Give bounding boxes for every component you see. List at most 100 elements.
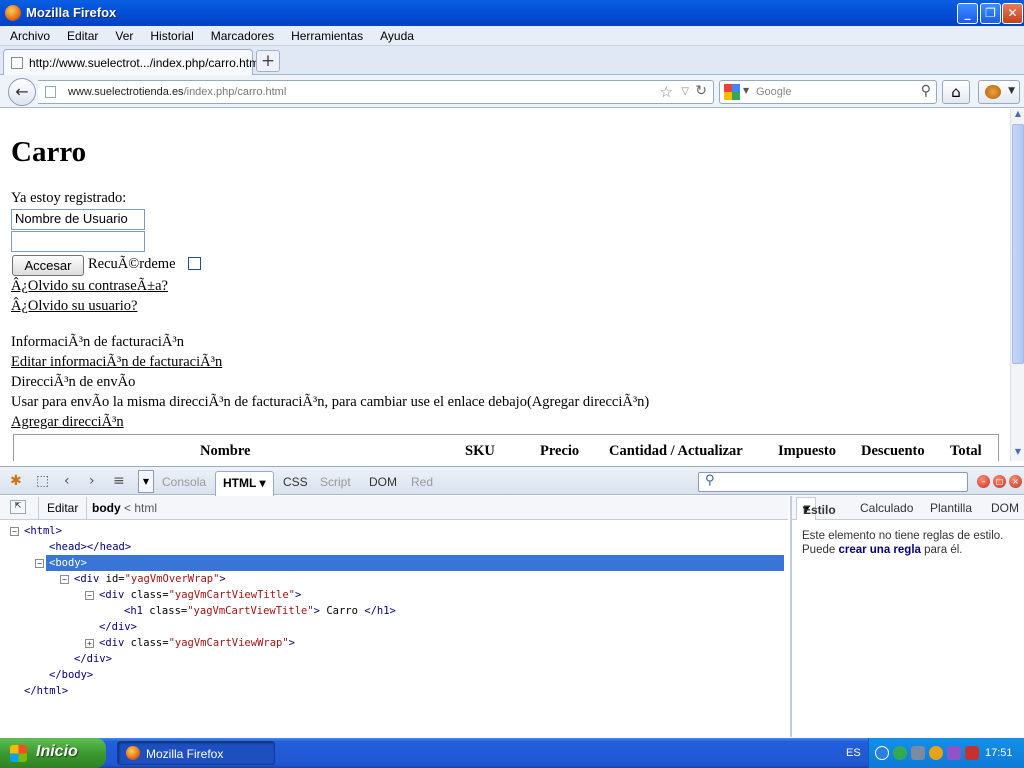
- search-bar[interactable]: ▼ Google ⚲: [719, 80, 937, 104]
- crumb-html[interactable]: html: [134, 501, 157, 515]
- username-field[interactable]: Nombre de Usuario: [11, 209, 145, 230]
- side-panel-tabs: Estilo ▾ Calculado Plantilla DOM: [792, 496, 1024, 520]
- node-head[interactable]: <head></head>: [49, 539, 131, 555]
- tab-consola[interactable]: Consola: [162, 475, 206, 489]
- create-rule-link[interactable]: crear una regla: [838, 544, 920, 556]
- firebug-minimize-icon[interactable]: –: [977, 475, 990, 488]
- firebug-button[interactable]: ▼: [978, 80, 1020, 104]
- firebug-detach-icon[interactable]: □: [993, 475, 1006, 488]
- tray-network-icon[interactable]: [893, 746, 907, 760]
- tab-estilo[interactable]: Estilo ▾: [796, 497, 836, 520]
- menu-archivo[interactable]: Archivo: [0, 26, 57, 43]
- taskbar-item-firefox[interactable]: Mozilla Firefox: [117, 741, 275, 765]
- tab-plantilla[interactable]: Plantilla: [930, 501, 972, 515]
- header-sku: SKU: [465, 443, 495, 459]
- inspect-icon[interactable]: ⬚: [36, 473, 49, 489]
- home-button[interactable]: ⌂: [942, 80, 970, 104]
- collapse-title-icon[interactable]: −: [85, 591, 94, 600]
- firebug-search-input[interactable]: ⚲: [698, 472, 968, 492]
- add-address-link[interactable]: Agregar direcciÃ³n: [11, 414, 124, 431]
- forgot-password-link[interactable]: Â¿Olvido su contraseÃ±a?: [11, 278, 168, 295]
- menu-historial[interactable]: Historial: [140, 26, 200, 43]
- billing-info-label: InformaciÃ³n de facturaciÃ³n: [11, 334, 184, 350]
- tray-app-icon[interactable]: [947, 746, 961, 760]
- firebug-close-icon[interactable]: ×: [1009, 475, 1022, 488]
- browser-tab[interactable]: http://www.suelectrot.../index.php/carro…: [3, 49, 262, 75]
- login-button[interactable]: Accesar: [12, 255, 84, 276]
- scroll-down-icon[interactable]: ▼: [1011, 447, 1024, 461]
- node-body-selected[interactable]: <body>: [46, 555, 784, 571]
- tab-dom[interactable]: DOM: [369, 475, 397, 489]
- remember-checkbox[interactable]: [188, 257, 201, 270]
- minimize-button[interactable]: _: [957, 3, 978, 24]
- back-arrow-icon[interactable]: ‹: [64, 473, 70, 489]
- collapse-overwrap-icon[interactable]: −: [60, 575, 69, 584]
- list-icon[interactable]: ≡: [113, 473, 125, 489]
- header-cantidad: Cantidad / Actualizar: [609, 443, 743, 459]
- maximize-button[interactable]: ❐: [980, 3, 1001, 24]
- menu-herramientas[interactable]: Herramientas: [281, 26, 370, 43]
- node-html-open[interactable]: <html>: [24, 523, 62, 539]
- node-div-close-1[interactable]: </div>: [99, 619, 137, 635]
- window-title-bar[interactable]: Mozilla Firefox _ ❐ ✕: [0, 0, 1024, 26]
- crumb-body[interactable]: body: [92, 501, 121, 515]
- firefox-icon: [5, 5, 21, 21]
- url-dropdown-icon[interactable]: ▽: [681, 86, 689, 97]
- panel-dropdown[interactable]: ▼: [138, 470, 154, 493]
- edit-button[interactable]: Editar: [38, 497, 88, 519]
- new-tab-button[interactable]: +: [256, 50, 280, 72]
- reload-icon[interactable]: ↻: [695, 83, 707, 99]
- close-button[interactable]: ✕: [1002, 3, 1023, 24]
- engine-dropdown-icon[interactable]: ▼: [743, 86, 749, 95]
- tab-title: http://www.suelectrot.../index.php/carro…: [29, 56, 262, 70]
- node-body-close[interactable]: </body>: [49, 667, 93, 683]
- node-h1[interactable]: <h1 class="yagVmCartViewTitle"> Carro </…: [124, 603, 396, 619]
- tab-css[interactable]: CSS: [283, 475, 308, 489]
- expand-wrap-icon[interactable]: +: [85, 639, 94, 648]
- tray-update-icon[interactable]: [929, 746, 943, 760]
- tray-chevron-icon[interactable]: [875, 746, 889, 760]
- node-div-wrap[interactable]: <div class="yagVmCartViewWrap">: [99, 635, 295, 651]
- scroll-thumb[interactable]: [1012, 124, 1024, 364]
- tab-side-dom[interactable]: DOM: [991, 501, 1019, 515]
- password-field[interactable]: [11, 231, 145, 252]
- remember-label: RecuÃ©rdeme: [88, 256, 176, 272]
- node-div-overwrap[interactable]: <div id="yagVmOverWrap">: [74, 571, 226, 587]
- tab-html[interactable]: HTML ▾: [215, 471, 275, 496]
- chevron-down-icon[interactable]: ▼: [1008, 86, 1015, 96]
- menu-marcadores[interactable]: Marcadores: [201, 26, 281, 43]
- firebug-icon: [985, 85, 1001, 99]
- page-scrollbar[interactable]: ▲ ▼: [1010, 109, 1024, 461]
- tab-calculado[interactable]: Calculado: [860, 501, 913, 515]
- forward-arrow-icon[interactable]: ›: [89, 473, 95, 489]
- header-impuesto: Impuesto: [778, 443, 837, 459]
- google-engine-icon[interactable]: [724, 84, 740, 100]
- firebug-menu-icon[interactable]: ✱: [10, 473, 22, 489]
- start-button[interactable]: Inicio: [0, 738, 106, 768]
- collapse-html-icon[interactable]: −: [10, 527, 19, 536]
- bookmark-star-icon[interactable]: ☆: [660, 83, 673, 101]
- url-text: www.suelectrotienda.es/index.php/carro.h…: [68, 86, 287, 98]
- site-identity-icon[interactable]: [45, 86, 56, 98]
- forgot-user-link[interactable]: Â¿Olvido su usuario?: [11, 298, 137, 315]
- tab-red[interactable]: Red: [411, 475, 433, 489]
- tray-volume-icon[interactable]: [965, 746, 979, 760]
- expand-icon[interactable]: ⇱: [10, 500, 26, 514]
- menu-ayuda[interactable]: Ayuda: [370, 26, 421, 43]
- edit-billing-link[interactable]: Editar informaciÃ³n de facturaciÃ³n: [11, 354, 222, 371]
- tab-script[interactable]: Script: [320, 475, 351, 489]
- node-div-title[interactable]: <div class="yagVmCartViewTitle">: [99, 587, 301, 603]
- menu-editar[interactable]: Editar: [57, 26, 105, 43]
- language-indicator[interactable]: ES: [846, 747, 861, 759]
- scroll-up-icon[interactable]: ▲: [1011, 109, 1024, 123]
- tray-monitor-icon[interactable]: [911, 746, 925, 760]
- search-magnifier-icon[interactable]: ⚲: [921, 83, 931, 99]
- back-button[interactable]: ←: [8, 78, 36, 106]
- menu-ver[interactable]: Ver: [105, 26, 140, 43]
- node-html-close[interactable]: </html>: [24, 683, 68, 699]
- page-content: Carro Ya estoy registrado: Nombre de Usu…: [0, 109, 1010, 461]
- breadcrumb: ⇱ Editar body < html: [0, 496, 788, 520]
- url-bar[interactable]: www.suelectrotienda.es/index.php/carro.h…: [38, 80, 714, 104]
- collapse-body-icon[interactable]: −: [35, 559, 44, 568]
- node-div-close-2[interactable]: </div>: [74, 651, 112, 667]
